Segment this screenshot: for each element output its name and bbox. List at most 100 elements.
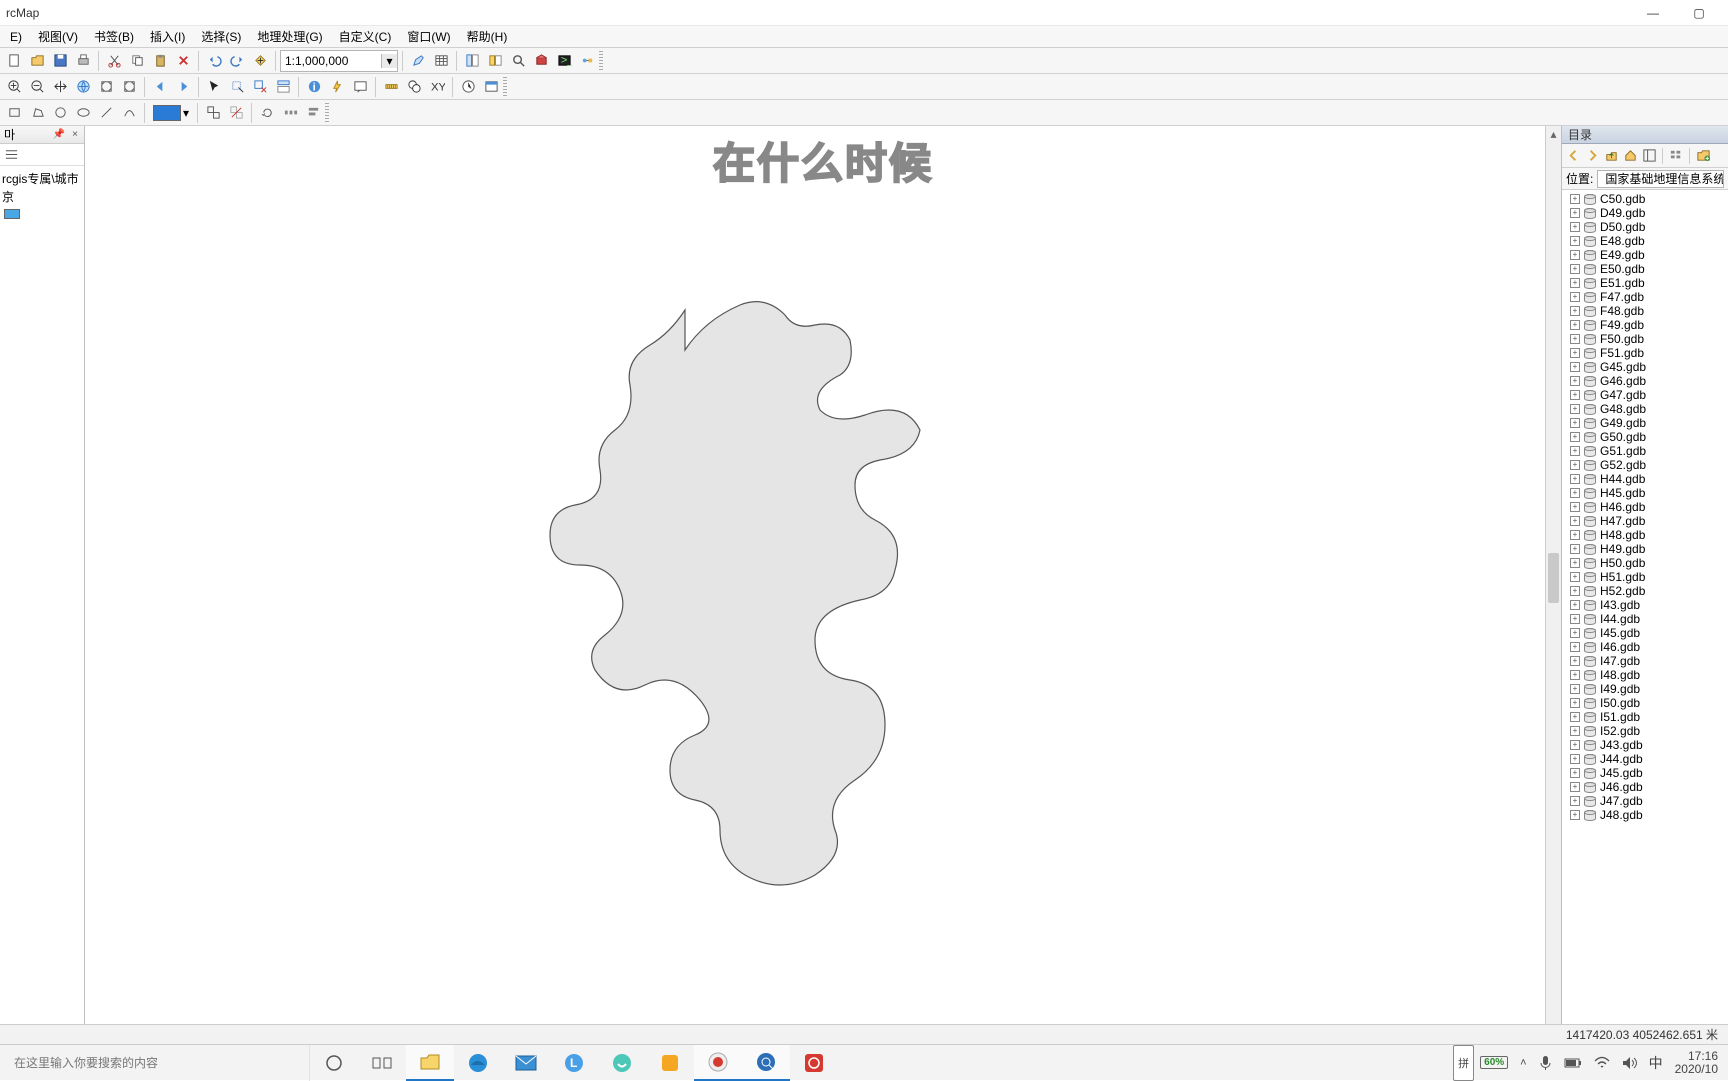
power-icon[interactable] <box>1558 1045 1588 1081</box>
location-path-input[interactable]: 国家基础地理信息系统 <box>1597 170 1724 188</box>
group-button[interactable] <box>202 102 224 124</box>
volume-icon[interactable] <box>1616 1045 1643 1081</box>
catalog-item[interactable]: +H44.gdb <box>1562 472 1728 486</box>
catalog-item[interactable]: +H50.gdb <box>1562 556 1728 570</box>
expand-icon[interactable]: + <box>1570 698 1580 708</box>
clock[interactable]: 17:162020/10 <box>1669 1045 1724 1081</box>
next-extent-button[interactable] <box>172 76 194 98</box>
expand-icon[interactable]: + <box>1570 810 1580 820</box>
expand-icon[interactable]: + <box>1570 740 1580 750</box>
catalog-item[interactable]: +H48.gdb <box>1562 528 1728 542</box>
catalog-item[interactable]: +G48.gdb <box>1562 402 1728 416</box>
home-button[interactable] <box>1621 147 1639 165</box>
catalog-item[interactable]: +C50.gdb <box>1562 192 1728 206</box>
layer-symbol-swatch[interactable] <box>4 209 20 219</box>
expand-icon[interactable]: + <box>1570 642 1580 652</box>
menu-help[interactable]: 帮助(H) <box>459 26 516 47</box>
select-elements-button[interactable] <box>203 76 225 98</box>
expand-icon[interactable]: + <box>1570 404 1580 414</box>
menu-customize[interactable]: 自定义(C) <box>331 26 400 47</box>
scroll-thumb[interactable] <box>1548 553 1559 603</box>
cut-button[interactable] <box>103 50 125 72</box>
line-tool[interactable] <box>95 102 117 124</box>
python-button[interactable]: >_ <box>553 50 575 72</box>
clear-selection-button[interactable] <box>249 76 271 98</box>
viewer-window-button[interactable] <box>480 76 502 98</box>
catalog-item[interactable]: +I44.gdb <box>1562 612 1728 626</box>
expand-icon[interactable]: + <box>1570 488 1580 498</box>
expand-icon[interactable]: + <box>1570 418 1580 428</box>
catalog-item[interactable]: +H46.gdb <box>1562 500 1728 514</box>
catalog-item[interactable]: +H49.gdb <box>1562 542 1728 556</box>
nav-back-button[interactable] <box>1564 147 1582 165</box>
print-button[interactable] <box>72 50 94 72</box>
menu-bookmarks[interactable]: 书签(B) <box>86 26 142 47</box>
app-taskbar-1[interactable]: L <box>550 1045 598 1081</box>
html-popup-button[interactable] <box>349 76 371 98</box>
expand-icon[interactable]: + <box>1570 502 1580 512</box>
fixed-zoom-out-button[interactable] <box>118 76 140 98</box>
expand-icon[interactable]: + <box>1570 586 1580 596</box>
connect-folder-button[interactable] <box>1694 147 1712 165</box>
toggle-tree-button[interactable] <box>1640 147 1658 165</box>
expand-icon[interactable]: + <box>1570 754 1580 764</box>
catalog-item[interactable]: +I45.gdb <box>1562 626 1728 640</box>
fixed-zoom-in-button[interactable] <box>95 76 117 98</box>
catalog-item[interactable]: +I51.gdb <box>1562 710 1728 724</box>
paste-button[interactable] <box>149 50 171 72</box>
battery-indicator[interactable]: 60% <box>1474 1045 1514 1081</box>
vertical-scrollbar[interactable]: ▴ ▾ <box>1545 126 1561 1054</box>
catalog-item[interactable]: +H45.gdb <box>1562 486 1728 500</box>
expand-icon[interactable]: + <box>1570 474 1580 484</box>
expand-icon[interactable]: + <box>1570 712 1580 722</box>
time-slider-button[interactable] <box>457 76 479 98</box>
file-explorer-taskbar[interactable] <box>406 1045 454 1081</box>
catalog-item[interactable]: +I52.gdb <box>1562 724 1728 738</box>
expand-icon[interactable]: + <box>1570 600 1580 610</box>
catalog-item[interactable]: +G50.gdb <box>1562 430 1728 444</box>
catalog-item[interactable]: +G45.gdb <box>1562 360 1728 374</box>
menu-selection[interactable]: 选择(S) <box>193 26 249 47</box>
catalog-item[interactable]: +E49.gdb <box>1562 248 1728 262</box>
delete-button[interactable] <box>172 50 194 72</box>
toc-button[interactable] <box>461 50 483 72</box>
new-button[interactable] <box>3 50 25 72</box>
copy-button[interactable] <box>126 50 148 72</box>
catalog-item[interactable]: +H47.gdb <box>1562 514 1728 528</box>
pin-icon[interactable]: 📌 <box>52 128 66 142</box>
catalog-tree[interactable]: +C50.gdb+D49.gdb+D50.gdb+E48.gdb+E49.gdb… <box>1562 190 1728 1070</box>
menu-insert[interactable]: 插入(I) <box>142 26 193 47</box>
distribute-button[interactable] <box>279 102 301 124</box>
ime-language-indicator[interactable]: 中 <box>1643 1045 1669 1081</box>
expand-icon[interactable]: + <box>1570 390 1580 400</box>
menu-file[interactable]: E) <box>2 28 30 46</box>
arctoolbox-button[interactable] <box>530 50 552 72</box>
catalog-item[interactable]: +J47.gdb <box>1562 794 1728 808</box>
expand-icon[interactable]: + <box>1570 292 1580 302</box>
catalog-item[interactable]: +G52.gdb <box>1562 458 1728 472</box>
ungroup-button[interactable] <box>225 102 247 124</box>
catalog-item[interactable]: +H52.gdb <box>1562 584 1728 598</box>
map-canvas[interactable] <box>85 126 1545 1054</box>
netease-music-taskbar[interactable] <box>790 1045 838 1081</box>
expand-icon[interactable]: + <box>1570 726 1580 736</box>
expand-icon[interactable]: + <box>1570 306 1580 316</box>
expand-icon[interactable]: + <box>1570 768 1580 778</box>
ime-mode-indicator[interactable]: 拼 <box>1453 1045 1474 1081</box>
cortana-button[interactable] <box>310 1045 358 1081</box>
expand-icon[interactable]: + <box>1570 236 1580 246</box>
expand-icon[interactable]: + <box>1570 446 1580 456</box>
catalog-item[interactable]: +G47.gdb <box>1562 388 1728 402</box>
wifi-icon[interactable] <box>1588 1045 1616 1081</box>
app-taskbar-3[interactable] <box>646 1045 694 1081</box>
fill-color-picker[interactable]: ▾ <box>149 102 193 124</box>
expand-icon[interactable]: + <box>1570 572 1580 582</box>
catalog-item[interactable]: +D49.gdb <box>1562 206 1728 220</box>
expand-icon[interactable]: + <box>1570 376 1580 386</box>
catalog-item[interactable]: +G46.gdb <box>1562 374 1728 388</box>
menu-window[interactable]: 窗口(W) <box>399 26 458 47</box>
expand-icon[interactable]: + <box>1570 194 1580 204</box>
nav-forward-button[interactable] <box>1583 147 1601 165</box>
redo-button[interactable] <box>226 50 248 72</box>
catalog-item[interactable]: +J45.gdb <box>1562 766 1728 780</box>
